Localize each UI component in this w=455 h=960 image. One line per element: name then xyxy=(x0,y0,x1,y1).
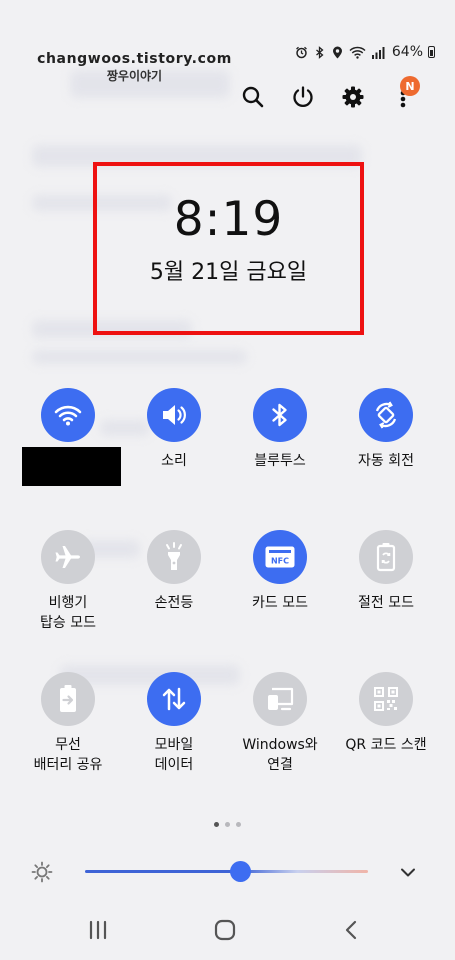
home-button[interactable] xyxy=(200,910,250,950)
tile-label: 무선 배터리 공유 xyxy=(33,737,103,773)
power-button[interactable] xyxy=(286,80,320,114)
tile-link-to-windows[interactable]: Windows와 연결 xyxy=(230,672,330,775)
wireless-powershare-icon xyxy=(60,685,76,712)
power-saving-icon xyxy=(376,543,396,572)
tile-power-saving[interactable]: 절전 모드 xyxy=(336,530,436,613)
tile-auto-rotate-button[interactable] xyxy=(359,388,413,442)
tile-wireless-powershare[interactable]: 무선 배터리 공유 xyxy=(18,672,118,775)
page-dot[interactable] xyxy=(214,822,219,827)
back-button[interactable] xyxy=(327,910,377,950)
tile-label: 블루투스 xyxy=(254,453,306,469)
battery-percent: 64% xyxy=(391,44,423,60)
signal-icon xyxy=(371,46,385,59)
chevron-down-icon[interactable] xyxy=(397,861,419,883)
back-icon xyxy=(345,920,357,940)
notification-badge: N xyxy=(400,76,420,96)
status-bar: 64% xyxy=(295,44,435,60)
navigation-bar xyxy=(0,910,455,950)
mobile-data-icon xyxy=(162,687,186,711)
watermark-author: 짱우이야기 xyxy=(106,69,163,83)
clock-time[interactable]: 8:19 xyxy=(93,192,364,248)
tile-wifi[interactable] xyxy=(18,388,118,451)
tile-auto-rotate[interactable]: 자동 회전 xyxy=(336,388,436,471)
tile-label: 자동 회전 xyxy=(358,453,414,469)
settings-button[interactable] xyxy=(336,80,370,114)
search-icon xyxy=(242,86,264,108)
tile-power-saving-button[interactable] xyxy=(359,530,413,584)
tile-link-to-windows-button[interactable] xyxy=(253,672,307,726)
background-blur xyxy=(32,350,247,364)
page-indicator xyxy=(0,822,455,827)
brightness-bar xyxy=(0,855,455,889)
watermark-url: changwoos.tistory.com xyxy=(37,51,232,67)
wifi-icon xyxy=(349,46,366,59)
highlight-box xyxy=(93,162,364,335)
tile-flashlight-button[interactable] xyxy=(147,530,201,584)
tile-airplane-button[interactable] xyxy=(41,530,95,584)
clock-date[interactable]: 5월 21일 금요일 xyxy=(93,258,364,288)
power-icon xyxy=(293,86,313,108)
tile-label: QR 코드 스캔 xyxy=(345,737,427,753)
battery-icon xyxy=(428,46,435,58)
recent-apps-button[interactable] xyxy=(73,910,123,950)
more-options-button[interactable]: N xyxy=(386,76,420,114)
tile-qr-scanner-button[interactable] xyxy=(359,672,413,726)
tile-bluetooth[interactable]: 블루투스 xyxy=(230,388,330,471)
tile-label: Windows와 연결 xyxy=(242,737,318,773)
tile-airplane[interactable]: 비행기 탑승 모드 xyxy=(18,530,118,633)
nfc-text: NFC xyxy=(271,557,289,566)
nfc-icon: NFC xyxy=(265,546,295,568)
brightness-slider-thumb[interactable] xyxy=(230,861,252,882)
bluetooth-icon xyxy=(272,403,287,427)
flashlight-icon xyxy=(166,542,182,570)
home-icon xyxy=(214,919,236,941)
airplane-icon xyxy=(55,546,80,568)
brightness-slider[interactable] xyxy=(85,870,368,873)
settings-icon xyxy=(342,86,364,108)
speaker-icon xyxy=(163,405,186,425)
tile-label: 소리 xyxy=(161,453,187,469)
redaction-box xyxy=(22,447,121,486)
tile-nfc-button[interactable]: NFC xyxy=(253,530,307,584)
search-button[interactable] xyxy=(236,80,270,114)
recent-apps-icon xyxy=(89,920,107,940)
wifi-icon xyxy=(54,405,82,426)
qr-code-icon xyxy=(374,687,398,711)
bluetooth-icon xyxy=(313,45,326,59)
tile-label: 카드 모드 xyxy=(252,595,308,611)
tile-bluetooth-button[interactable] xyxy=(253,388,307,442)
page-dot[interactable] xyxy=(236,822,241,827)
tile-sound-button[interactable] xyxy=(147,388,201,442)
alarm-icon xyxy=(295,46,308,59)
link-to-windows-icon xyxy=(268,687,294,711)
tile-qr-scanner[interactable]: QR 코드 스캔 xyxy=(336,672,436,755)
tile-label: 비행기 탑승 모드 xyxy=(40,595,96,631)
page-dot[interactable] xyxy=(225,822,230,827)
tile-sound[interactable]: 소리 xyxy=(124,388,224,471)
tile-wireless-powershare-button[interactable] xyxy=(41,672,95,726)
tile-mobile-data[interactable]: 모바일 데이터 xyxy=(124,672,224,775)
tile-nfc[interactable]: NFC 카드 모드 xyxy=(230,530,330,613)
quick-panel-toolbar: N xyxy=(230,76,440,114)
watermark: changwoos.tistory.com 짱우이야기 xyxy=(37,51,232,85)
tile-label: 손전등 xyxy=(154,595,194,611)
tile-mobile-data-button[interactable] xyxy=(147,672,201,726)
rotate-icon xyxy=(375,401,397,429)
tile-flashlight[interactable]: 손전등 xyxy=(124,530,224,613)
brightness-icon xyxy=(31,861,53,883)
location-icon xyxy=(331,46,344,59)
tile-label: 모바일 데이터 xyxy=(154,737,194,773)
tile-label: 절전 모드 xyxy=(358,595,414,611)
tile-wifi-button[interactable] xyxy=(41,388,95,442)
